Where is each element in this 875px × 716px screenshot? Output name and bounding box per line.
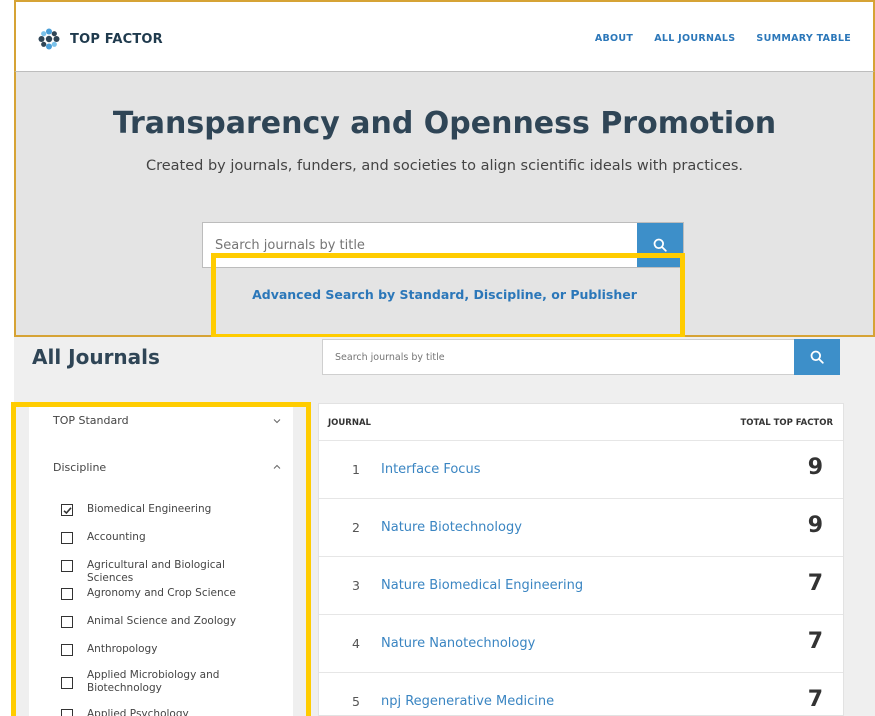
journal-link[interactable]: npj Regenerative Medicine (381, 694, 554, 709)
page: TOP FACTOR ABOUT ALL JOURNALS SUMMARY TA… (0, 0, 875, 716)
brand-logo[interactable]: TOP FACTOR (38, 28, 163, 50)
nav-link-all-journals[interactable]: ALL JOURNALS (654, 33, 735, 44)
row-score: 7 (807, 687, 823, 712)
row-rank: 5 (352, 694, 360, 709)
row-score: 7 (807, 571, 823, 596)
row-score: 9 (807, 513, 823, 538)
column-header-total-top-factor[interactable]: TOTAL TOP FACTOR (740, 418, 833, 428)
nav-links: ABOUT ALL JOURNALS SUMMARY TABLE (595, 33, 851, 44)
nav-link-about[interactable]: ABOUT (595, 33, 633, 44)
journal-search-box (322, 339, 840, 375)
search-icon (653, 238, 667, 252)
journal-link[interactable]: Nature Nanotechnology (381, 636, 535, 651)
journal-link[interactable]: Nature Biomedical Engineering (381, 578, 583, 593)
highlight-box-sidebar (11, 402, 311, 716)
table-row: 3 Nature Biomedical Engineering 7 (319, 556, 843, 614)
row-rank: 3 (352, 578, 360, 593)
table-row: 1 Interface Focus 9 (319, 440, 843, 498)
nav-link-summary-table[interactable]: SUMMARY TABLE (756, 33, 851, 44)
top-factor-logo-icon (38, 28, 60, 50)
hero-subtitle: Created by journals, funders, and societ… (145, 158, 744, 174)
column-header-journal[interactable]: JOURNAL (328, 418, 371, 428)
brand-name: TOP FACTOR (70, 31, 163, 47)
row-rank: 2 (352, 520, 360, 535)
table-row: 5 npj Regenerative Medicine 7 (319, 672, 843, 715)
row-score: 7 (807, 629, 823, 654)
top-navbar: TOP FACTOR ABOUT ALL JOURNALS SUMMARY TA… (14, 0, 875, 72)
highlight-box-advanced-search (211, 253, 685, 339)
hero-title: Transparency and Openness Promotion (112, 106, 777, 141)
search-icon (810, 350, 824, 364)
journal-search-button[interactable] (794, 339, 840, 375)
journal-link[interactable]: Interface Focus (381, 462, 480, 477)
all-journals-title: All Journals (32, 345, 160, 369)
table-row: 2 Nature Biotechnology 9 (319, 498, 843, 556)
row-rank: 1 (352, 462, 360, 477)
journal-link[interactable]: Nature Biotechnology (381, 520, 522, 535)
row-rank: 4 (352, 636, 360, 651)
journals-table: JOURNAL TOTAL TOP FACTOR 1 Interface Foc… (318, 403, 844, 716)
journal-search-input[interactable] (333, 351, 777, 364)
table-row: 4 Nature Nanotechnology 7 (319, 614, 843, 672)
hero-search-input[interactable] (213, 237, 627, 254)
row-score: 9 (807, 455, 823, 480)
